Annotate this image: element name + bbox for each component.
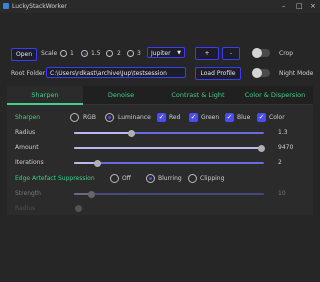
zoom-in-button[interactable]: +	[195, 47, 219, 60]
scale-radio-3[interactable]	[127, 50, 134, 57]
color-label: Color	[269, 114, 285, 121]
crop-toggle-knob	[252, 48, 262, 58]
root-folder-input[interactable]: C:\Users\rdkast\archive\Jup\testsession	[46, 67, 186, 78]
tab-sharpen[interactable]: Sharpen	[7, 86, 83, 105]
zoom-out-button[interactable]: -	[222, 47, 240, 60]
scale-label: Scale	[41, 50, 58, 57]
scale-option-1-5-label: 1.5	[91, 50, 101, 57]
root-folder-label: Root Folder	[11, 70, 46, 77]
strength-slider-thumb[interactable]	[88, 190, 95, 198]
scale-option-1-label: 1	[70, 50, 74, 57]
edge-blurring-label: Blurring	[158, 175, 182, 182]
amount-slider-thumb[interactable]	[258, 144, 265, 152]
sharpen-panel: Sharpen RGB Luminance ✓ Red ✓ Green ✓ Bl…	[7, 105, 313, 215]
iterations-slider-thumb[interactable]	[94, 159, 101, 167]
edge-radio-off[interactable]	[110, 174, 119, 183]
tab-contrast-light[interactable]: Contrast & Light	[159, 86, 237, 104]
iterations-slider-fill	[74, 162, 95, 164]
tab-denoise[interactable]: Denoise	[83, 86, 159, 104]
scale-radio-2[interactable]	[106, 50, 113, 57]
crop-toggle[interactable]	[252, 48, 270, 58]
amount-slider[interactable]	[74, 144, 265, 152]
strength-value: 10	[278, 190, 286, 197]
edge-radius-slider-thumb[interactable]	[75, 205, 82, 212]
scale-radio-1-5[interactable]	[81, 50, 88, 57]
mode-radio-luminance[interactable]	[105, 113, 114, 122]
crop-label: Crop	[279, 50, 294, 57]
edge-radio-clipping[interactable]	[188, 174, 197, 183]
edge-radius-label: Radius	[15, 205, 36, 212]
red-label: Red	[169, 114, 181, 121]
mode-luminance-label: Luminance	[118, 114, 151, 121]
mode-radio-rgb[interactable]	[70, 113, 79, 122]
scale-option-2-label: 2	[117, 50, 121, 57]
strength-slider[interactable]	[74, 190, 264, 198]
close-icon[interactable]: ×	[310, 2, 316, 10]
radius-slider[interactable]	[74, 129, 264, 137]
iterations-label: Iterations	[15, 159, 44, 166]
iterations-value: 2	[278, 159, 282, 166]
tab-bar: Sharpen Denoise Contrast & Light Color &…	[7, 86, 313, 105]
blue-label: Blue	[237, 114, 251, 121]
green-checkbox[interactable]: ✓	[189, 113, 198, 122]
amount-label: Amount	[15, 144, 39, 151]
open-button[interactable]: Open	[11, 48, 37, 61]
radius-slider-fill	[74, 132, 131, 134]
app-window: LuckyStackWorker – □ × Open Scale 1 1.5 …	[0, 0, 320, 282]
amount-value: 9470	[278, 144, 294, 151]
amount-slider-fill	[74, 147, 264, 149]
night-mode-label: Night Mode	[279, 70, 314, 77]
edge-clipping-label: Clipping	[200, 175, 225, 182]
red-checkbox[interactable]: ✓	[157, 113, 166, 122]
blue-checkbox[interactable]: ✓	[225, 113, 234, 122]
sharpen-section-label: Sharpen	[15, 114, 41, 121]
mode-rgb-label: RGB	[83, 114, 96, 121]
radius-slider-thumb[interactable]	[128, 129, 135, 137]
scale-option-3-label: 3	[137, 50, 141, 57]
minimize-icon[interactable]: –	[282, 2, 286, 10]
title-bar: LuckyStackWorker – □ ×	[0, 0, 320, 13]
colormap-select[interactable]: Jupiter ▼	[147, 47, 185, 58]
edge-radio-blurring[interactable]	[146, 174, 155, 183]
edge-off-label: Off	[122, 175, 131, 182]
tab-color-dispersion[interactable]: Color & Dispersion	[237, 86, 313, 104]
window-title: LuckyStackWorker	[12, 3, 67, 10]
color-checkbox[interactable]: ✓	[257, 113, 266, 122]
green-label: Green	[201, 114, 220, 121]
iterations-slider[interactable]	[74, 159, 264, 167]
radius-value: 1.3	[278, 129, 288, 136]
night-mode-toggle-knob	[252, 68, 262, 78]
load-profile-button[interactable]: Load Profile	[195, 67, 241, 80]
app-icon	[3, 3, 9, 9]
scale-radio-1[interactable]	[60, 50, 67, 57]
radius-label: Radius	[15, 129, 36, 136]
colormap-value: Jupiter	[151, 50, 171, 57]
night-mode-toggle[interactable]	[252, 68, 270, 78]
chevron-down-icon: ▼	[177, 50, 181, 56]
strength-label: Strength	[15, 190, 41, 197]
edge-section-label: Edge Artefact Suppression	[15, 175, 95, 182]
maximize-icon[interactable]: □	[296, 2, 303, 10]
